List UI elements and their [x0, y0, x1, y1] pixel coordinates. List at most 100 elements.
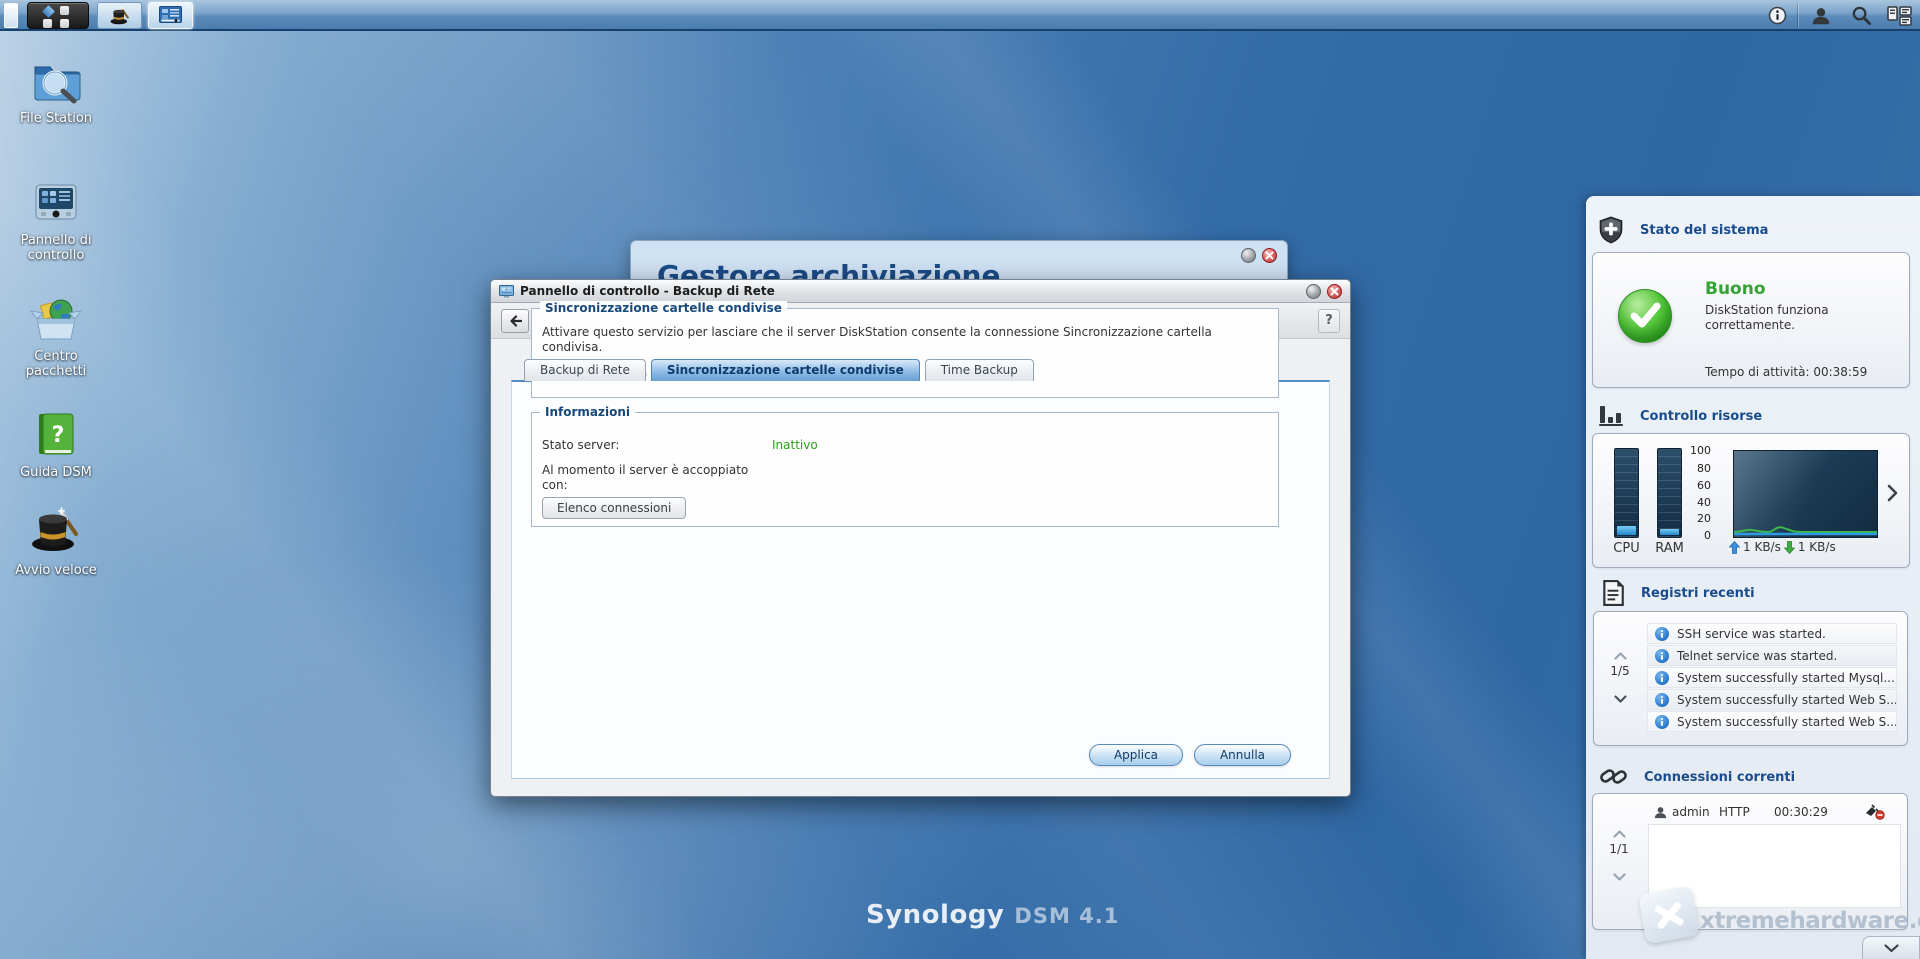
package-center-icon	[30, 299, 82, 340]
desktop-icon-package-center[interactable]: Centro pacchetti	[6, 292, 106, 379]
search-icon	[1852, 6, 1871, 26]
info-icon	[1655, 670, 1669, 685]
log-row[interactable]: System successfully started Web S...	[1647, 711, 1897, 732]
back-button[interactable]	[501, 308, 529, 333]
user-icon	[1812, 7, 1830, 24]
connection-list-area	[1648, 824, 1901, 908]
connection-row: admin HTTP 00:30:29	[1647, 802, 1901, 822]
y-tick: 80	[1697, 462, 1711, 475]
desktop-icon-label: Pannello di controllo	[20, 233, 92, 263]
file-station-icon	[34, 66, 81, 104]
question-glyph: ?	[52, 423, 65, 448]
connection-protocol: HTTP	[1719, 805, 1750, 819]
close-icon	[1330, 287, 1339, 295]
dsm-version: DSM 4.1	[1014, 904, 1120, 928]
desktop-icon-dsm-help[interactable]: ? Guida DSM	[6, 408, 106, 480]
minimize-button[interactable]	[1241, 248, 1256, 263]
resource-monitor-title: Controllo risorse	[1640, 408, 1763, 424]
user-menu-button[interactable]	[1806, 2, 1836, 29]
dialog-title: Pannello di controllo - Backup di Rete	[520, 284, 775, 298]
upload-speed: 1 KB/s	[1743, 540, 1781, 554]
control-panel-dialog: Pannello di controllo - Backup di Rete ?…	[490, 279, 1351, 797]
sync-description: Attivare questo servizio per lasciare ch…	[542, 325, 1212, 354]
chevron-up-icon	[1613, 830, 1626, 838]
sync-section-legend: Sincronizzazione cartelle condivise	[540, 301, 787, 315]
log-row[interactable]: System successfully started Web S...	[1647, 689, 1897, 710]
info-icon	[1655, 692, 1669, 707]
y-tick: 0	[1704, 529, 1711, 542]
chevron-down-icon	[1614, 695, 1627, 703]
minimize-button[interactable]	[1306, 283, 1321, 299]
cancel-button[interactable]: Annulla	[1194, 744, 1291, 766]
magic-hat-icon	[32, 507, 78, 551]
dialog-titlebar[interactable]: Pannello di controllo - Backup di Rete	[491, 280, 1350, 303]
desktop-icon-quick-start[interactable]: Avvio veloce	[6, 502, 106, 578]
recent-logs-panel: 1/5 SSH service was started. Telnet serv…	[1593, 611, 1908, 746]
ram-gauge	[1657, 448, 1682, 538]
logs-page-down-button[interactable]	[1614, 688, 1627, 707]
control-panel-window-icon	[499, 284, 514, 298]
connections-page-up-button[interactable]	[1613, 823, 1626, 842]
connection-list-button[interactable]: Elenco connessioni	[542, 497, 687, 519]
dsm-help-icon: ?	[39, 413, 74, 455]
close-button[interactable]	[1262, 248, 1277, 263]
main-menu-button[interactable]	[27, 2, 89, 29]
desktop-icon-label: File Station	[19, 111, 93, 126]
control-panel-icon	[35, 184, 77, 220]
y-tick: 40	[1697, 496, 1711, 509]
dialog-tabs: Backup di Rete Sincronizzazione cartelle…	[524, 359, 1034, 381]
log-row[interactable]: SSH service was started.	[1647, 623, 1897, 644]
tab-time-backup[interactable]: Time Backup	[924, 359, 1034, 381]
dsm-watermark: Synology DSM 4.1	[866, 900, 1119, 930]
log-row[interactable]: Telnet service was started.	[1647, 645, 1897, 666]
disconnect-button[interactable]	[1865, 804, 1885, 823]
sidebar-collapse-button[interactable]	[1862, 936, 1920, 959]
shield-icon	[1599, 216, 1623, 244]
apply-button[interactable]: Applica	[1089, 744, 1183, 766]
desktop-icon-file-station[interactable]: File Station	[6, 54, 106, 126]
y-tick: 100	[1690, 444, 1711, 457]
log-icon	[1603, 580, 1624, 606]
control-panel-task-icon	[159, 5, 182, 26]
system-status-title: Stato del sistema	[1640, 222, 1769, 238]
close-button[interactable]	[1327, 283, 1342, 299]
magic-hat-icon	[110, 5, 129, 24]
desktop-icon-label: Avvio veloce	[15, 563, 97, 578]
log-row[interactable]: System successfully started Mysql...	[1647, 667, 1897, 688]
uptime-text: Tempo di attività: 00:38:59	[1705, 365, 1868, 379]
connection-time: 00:30:29	[1774, 805, 1828, 819]
task-button-control-panel[interactable]	[148, 2, 193, 29]
logs-page-indicator: 1/5	[1610, 664, 1630, 678]
desktop-icon-control-panel[interactable]: Pannello di controllo	[6, 176, 106, 263]
disconnect-icon	[1866, 804, 1885, 820]
cpu-gauge	[1614, 448, 1639, 538]
show-desktop-button[interactable]	[4, 3, 18, 28]
help-button[interactable]: ?	[1318, 308, 1340, 333]
main-menu-icon	[42, 5, 76, 28]
connections-page-down-button[interactable]	[1613, 866, 1626, 885]
status-value: Buono	[1705, 279, 1766, 299]
back-arrow-icon	[510, 314, 522, 327]
log-list: SSH service was started. Telnet service …	[1647, 623, 1897, 733]
logs-page-up-button[interactable]	[1614, 645, 1627, 664]
chevron-right-icon	[1887, 484, 1898, 502]
tab-backup-di-rete[interactable]: Backup di Rete	[524, 359, 646, 381]
log-text: SSH service was started.	[1677, 626, 1826, 641]
info-icon	[1768, 6, 1786, 25]
close-icon	[1265, 251, 1274, 260]
widgets-button[interactable]	[1884, 2, 1914, 29]
upload-arrow-icon	[1729, 540, 1740, 554]
info-button[interactable]	[1762, 2, 1792, 29]
y-tick: 60	[1697, 479, 1711, 492]
connections-page-indicator: 1/1	[1609, 842, 1629, 856]
chevron-up-icon	[1614, 652, 1627, 660]
network-graph	[1733, 450, 1878, 538]
download-arrow-icon	[1783, 540, 1795, 554]
tab-sincronizzazione-cartelle-condivise[interactable]: Sincronizzazione cartelle condivise	[650, 359, 920, 381]
task-button-quick-start[interactable]	[97, 2, 142, 29]
status-description: DiskStation funziona correttamente.	[1705, 303, 1829, 332]
expand-resource-button[interactable]	[1887, 484, 1898, 506]
download-speed: 1 KB/s	[1797, 540, 1836, 554]
search-button[interactable]	[1846, 2, 1876, 29]
server-status-label: Stato server:	[542, 438, 620, 452]
